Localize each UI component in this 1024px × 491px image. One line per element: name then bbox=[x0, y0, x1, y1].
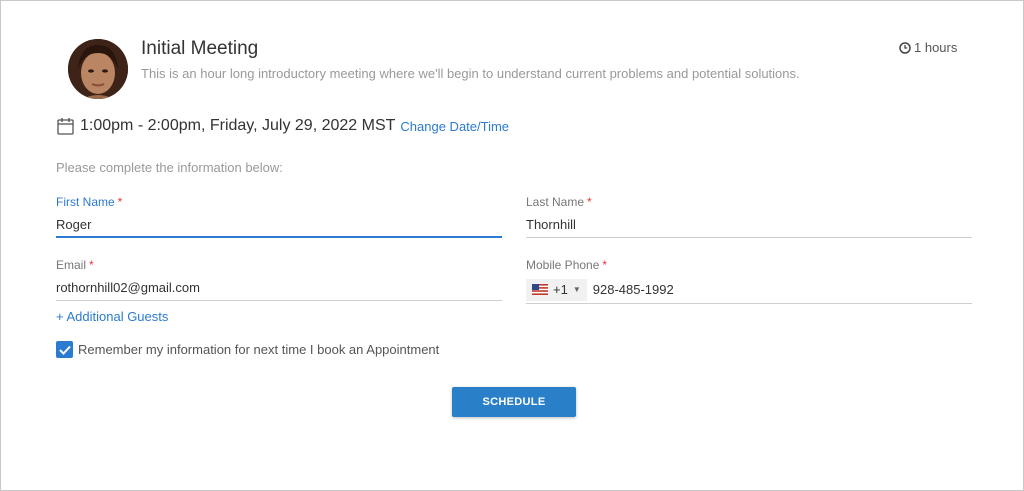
dial-code: +1 bbox=[553, 282, 568, 297]
checkmark-icon bbox=[58, 345, 71, 355]
first-name-label: First Name * bbox=[56, 195, 502, 210]
meeting-duration: 1 hours bbox=[899, 40, 957, 55]
meeting-description: This is an hour long introductory meetin… bbox=[141, 66, 800, 81]
remember-info-checkbox[interactable] bbox=[56, 341, 73, 358]
email-label-text: Email bbox=[56, 258, 87, 272]
form-instructions: Please complete the information below: bbox=[56, 160, 283, 175]
meeting-title: Initial Meeting bbox=[141, 38, 259, 59]
country-code-select[interactable]: +1 ▼ bbox=[526, 278, 587, 301]
change-date-time-link[interactable]: Change Date/Time bbox=[400, 119, 509, 134]
remember-info-row[interactable]: Remember my information for next time I … bbox=[56, 341, 439, 358]
first-name-label-text: First Name bbox=[56, 195, 115, 209]
schedule-button[interactable]: SCHEDULE bbox=[452, 387, 576, 417]
last-name-label-text: Last Name bbox=[526, 195, 585, 209]
appointment-datetime: 1:00pm - 2:00pm, Friday, July 29, 2022 M… bbox=[80, 117, 396, 134]
mobile-phone-label-text: Mobile Phone bbox=[526, 258, 600, 272]
last-name-field-group: Last Name * bbox=[526, 195, 972, 238]
first-name-field-group: First Name * bbox=[56, 195, 502, 238]
duration-text: 1 hours bbox=[914, 40, 958, 55]
required-marker: * bbox=[117, 195, 123, 209]
us-flag-icon bbox=[532, 284, 548, 295]
mobile-phone-field-group: Mobile Phone * +1 ▼ bbox=[526, 258, 972, 304]
remember-info-label: Remember my information for next time I … bbox=[78, 342, 440, 357]
required-marker: * bbox=[587, 195, 592, 209]
first-name-input[interactable] bbox=[56, 213, 502, 238]
email-field-group: Email * bbox=[56, 258, 502, 301]
chevron-down-icon: ▼ bbox=[572, 285, 581, 294]
appointment-datetime-row: 1:00pm - 2:00pm, Friday, July 29, 2022 M… bbox=[57, 117, 509, 135]
last-name-input[interactable] bbox=[526, 213, 972, 238]
additional-guests-link[interactable]: + Additional Guests bbox=[56, 309, 168, 324]
avatar bbox=[68, 39, 128, 99]
clock-icon bbox=[899, 41, 911, 54]
email-label: Email * bbox=[56, 258, 502, 273]
calendar-icon bbox=[57, 118, 74, 135]
mobile-phone-row: +1 ▼ bbox=[526, 276, 972, 304]
last-name-label: Last Name * bbox=[526, 195, 972, 210]
email-input[interactable] bbox=[56, 276, 502, 301]
required-marker: * bbox=[602, 258, 608, 272]
mobile-phone-input[interactable] bbox=[592, 282, 972, 297]
required-marker: * bbox=[89, 258, 94, 272]
booking-form-panel: Initial Meeting This is an hour long int… bbox=[0, 0, 1024, 491]
mobile-phone-label: Mobile Phone * bbox=[526, 258, 972, 273]
